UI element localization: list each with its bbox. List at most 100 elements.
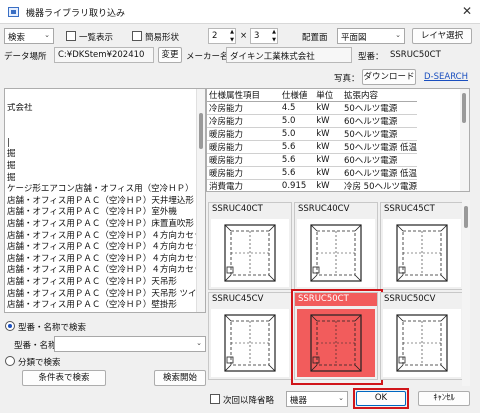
tree-item[interactable]: 店舗・オフィス用ＰＡＣ（空冷ＨＰ）天井埋込形 [5,196,197,208]
simple-shape-checkbox[interactable] [132,31,142,41]
search-mode-value: 検索 [8,33,26,43]
tile-label: SSRUC45CT [381,203,463,216]
tree-item[interactable]: 掘 [5,161,197,173]
tree-item[interactable] [5,126,197,138]
attribute-grid: 仕様属性項目 仕様値 単位 拡張内容 冷房能力 4.5 kW 50ヘルツ電源 冷房能力 5… [207,89,417,191]
attr-value: 5.6 [279,153,315,167]
tile-label: SSRUC50CV [381,293,463,306]
attr-scroll-thumb[interactable] [462,93,466,123]
cols-spin-arrows[interactable]: ▲ ▼ [228,28,236,44]
attr-ext: 60ヘルツ電源 低温 [341,166,417,180]
model-tile[interactable]: SSRUC50CT [291,289,383,385]
cancel-button[interactable]: ｷｬﾝｾﾙ [418,391,470,406]
unit-drawing [383,219,461,287]
app-icon [8,7,19,17]
tree-item[interactable]: 店舗・オフィス用ＰＡＣ（空冷ＨＰ）壁掛形 [5,300,197,312]
attribute-row: 暖房能力 5.6 kW 60ヘルツ電源 低温 [207,166,417,180]
attr-ext: 50ヘルツ電源 低温 [341,140,417,154]
maker-label: メーカー名 [186,52,229,62]
tree-scrollbar[interactable] [196,89,205,312]
model-tile[interactable]: SSRUC40CV [294,202,378,290]
chevron-down-icon: ⌄ [395,31,401,39]
location-label: データ場所 [4,52,47,62]
tree-item[interactable]: 店舗・オフィス用ＰＡＣ（空冷ＨＰ）４方向カセット形 [5,265,197,277]
download-button[interactable]: ダウンロード [362,69,416,85]
attribute-header-row: 仕様属性項目 仕様値 単位 拡張内容 [207,89,417,102]
tile-label: SSRUC40CT [209,203,291,216]
attr-item: 冷房能力 [207,101,280,115]
model-name-field-label: 型番・名称 [14,341,57,351]
model-tile[interactable]: SSRUC45CV [208,292,292,380]
placement-select[interactable]: 平面図 ⌄ [337,28,405,44]
model-value: SSRUC50CT [390,50,441,60]
photo-label: 写真： [334,74,360,84]
tree-item[interactable] [5,115,197,127]
tree-item[interactable]: 店舗・オフィス用ＰＡＣ（空冷ＨＰ）床置直吹形 [5,219,197,231]
model-name-input[interactable]: ⌄ [54,336,206,352]
model-name-radio-label: 型番・名称で検索 [18,323,87,333]
attr-scrollbar[interactable] [460,89,469,191]
model-name-radio[interactable] [5,321,15,331]
attr-ext: 60ヘルツ電源 [341,114,417,128]
omit-next-label: 次回以降省略 [223,396,275,406]
tree-item[interactable]: 店舗・オフィス用ＰＡＣ（空冷ＨＰ）４方向カセット形 [5,254,197,266]
attr-ext: 冷房 50ヘルツ電源 [341,179,417,191]
condition-search-button[interactable]: 条件表で検索 [22,370,106,386]
unit-drawing [383,309,461,377]
attr-item: 暖房能力 [207,153,280,167]
selected-tile-highlight [291,289,383,385]
model-tile[interactable]: SSRUC40CT [208,202,292,290]
category-radio[interactable] [5,356,15,366]
change-button[interactable]: 変更 [158,47,182,63]
attr-value: 0.915 [279,179,315,191]
attr-value: 5.0 [279,114,315,128]
attr-header-ext: 拡張内容 [341,89,417,102]
tree-item[interactable]: 店舗・オフィス用ＰＡＣ（空冷ＨＰ）４方向カセット形 [5,242,197,254]
attribute-table: 仕様属性項目 仕様値 単位 拡張内容 冷房能力 4.5 kW 50ヘルツ電源 冷房能力 5… [206,88,470,192]
category-tree[interactable]: 式会社 | 掘掘掘ケージ形エアコン店舗・オフィス用（空冷ＨＰ） 店舗・オフィス用ＰＡＣ… [4,88,206,313]
tree-item[interactable]: 店舗・オフィス用ＰＡＣ（空冷ＨＰ）４方向カセット形 [5,231,197,243]
attribute-row: 暖房能力 5.6 kW 50ヘルツ電源 低温 [207,140,417,154]
list-view-checkbox[interactable] [66,31,76,41]
tree-item[interactable]: | [5,138,197,150]
tree-item[interactable]: 店舗・オフィス用ＰＡＣ（空冷ＨＰ）天吊形 ツイン型 [5,289,197,301]
placement-value: 平面図 [341,33,367,43]
close-icon[interactable]: ✕ [462,4,472,18]
tree-item[interactable]: 店舗・オフィス用ＰＡＣ（空冷ＨＰ）天吊形 [5,277,197,289]
attr-unit: kW [314,153,342,167]
tree-scroll-thumb[interactable] [199,113,203,149]
search-mode-select[interactable]: 検索 ⌄ [4,28,54,44]
tree-item[interactable]: 掘 [5,149,197,161]
tree-item[interactable]: ケージ形エアコン店舗・オフィス用（空冷ＨＰ） [5,184,197,196]
tree-item[interactable]: 掘 [5,173,197,185]
attribute-row: 暖房能力 5.0 kW 50ヘルツ電源 [207,127,417,141]
attr-item: 暖房能力 [207,140,280,154]
attr-item: 冷房能力 [207,114,280,128]
attr-header-unit: 単位 [314,89,342,102]
omit-next-checkbox[interactable] [210,394,220,404]
model-label: 型番： [358,52,384,62]
attr-unit: kW [314,101,342,115]
d-search-link[interactable]: D-SEARCH [424,72,468,82]
chevron-down-icon: ⌄ [338,394,344,402]
layer-select-button[interactable]: レイヤ選択 [412,28,472,44]
attr-unit: kW [314,166,342,180]
tree-item[interactable]: 式会社 [5,103,197,115]
tile-label: SSRUC40CV [295,203,377,216]
maker-field: ダイキン工業株式会社 [226,47,352,63]
ok-button[interactable]: OK [356,391,406,406]
tree-item[interactable]: 店舗・オフィス用ＰＡＣ（空冷ＨＰ）室外機 [5,207,197,219]
attr-ext: 60ヘルツ電源 [341,153,417,167]
rows-spin-arrows[interactable]: ▲ ▼ [270,28,278,44]
model-tile[interactable]: SSRUC45CT [380,202,464,290]
tile-scrollbar[interactable] [462,200,470,386]
model-tile[interactable]: SSRUC50CV [380,292,464,380]
type-value: 機器 [290,396,308,406]
attribute-row: 消費電力 0.915 kW 冷房 50ヘルツ電源 [207,179,417,191]
attribute-row: 冷房能力 5.0 kW 60ヘルツ電源 [207,114,417,128]
cols-value: 2 [212,31,218,41]
attribute-row: 冷房能力 4.5 kW 50ヘルツ電源 [207,101,417,115]
type-select[interactable]: 機器 ⌄ [286,391,348,407]
tile-scroll-thumb[interactable] [464,206,468,228]
search-start-button[interactable]: 検索開始 [154,370,206,386]
